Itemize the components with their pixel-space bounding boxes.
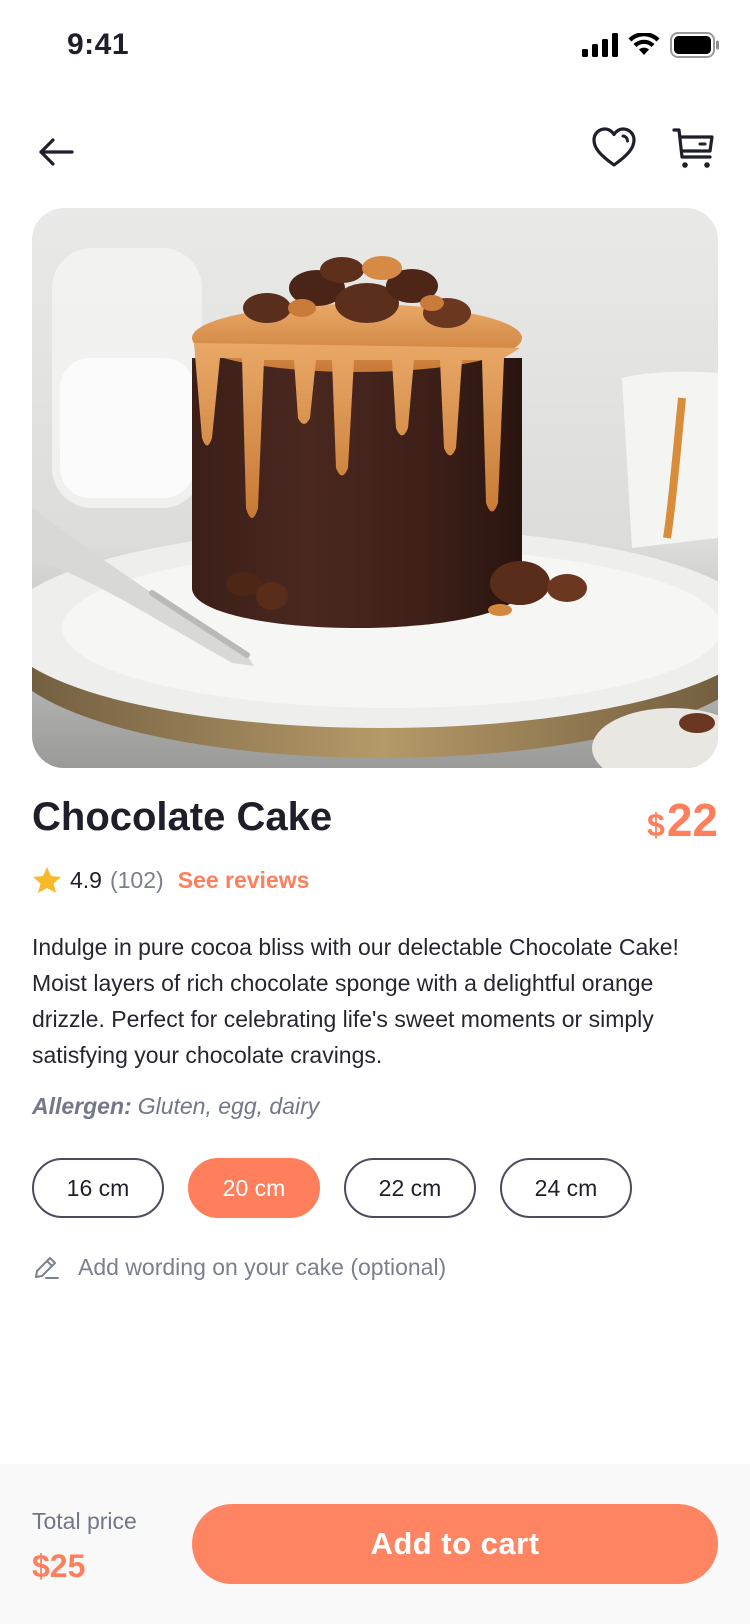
product-image <box>32 208 718 768</box>
top-navigation <box>0 110 750 190</box>
price-currency: $ <box>647 807 665 843</box>
allergen-label: Allergen: <box>32 1093 132 1119</box>
price-amount: 22 <box>666 794 718 846</box>
rating-score: 4.9 <box>70 866 102 893</box>
rating-row: 4.9 (102) See reviews <box>32 866 309 894</box>
pencil-icon <box>35 1257 59 1279</box>
cellular-signal-icon <box>582 33 618 57</box>
size-option-16cm[interactable]: 16 cm <box>32 1158 164 1218</box>
size-option-20cm[interactable]: 20 cm <box>188 1158 320 1218</box>
status-time: 9:41 <box>67 28 130 61</box>
wifi-icon <box>628 33 660 55</box>
favorite-button[interactable] <box>590 124 638 172</box>
cart-button[interactable] <box>670 124 718 172</box>
allergen-value: Gluten, egg, dairy <box>137 1093 320 1119</box>
add-to-cart-button[interactable]: Add to cart <box>192 1504 718 1584</box>
shopping-cart-icon <box>672 128 714 168</box>
total-price-label: Total price <box>32 1508 137 1534</box>
total-price-value: $25 <box>32 1548 86 1584</box>
chocolate-cake-photo <box>32 208 718 768</box>
cake-wording-placeholder: Add wording on your cake (optional) <box>78 1253 447 1280</box>
back-button[interactable] <box>34 130 78 174</box>
status-icons <box>582 32 720 58</box>
review-count: (102) <box>109 866 164 893</box>
cake-wording-field[interactable]: Add wording on your cake (optional) <box>32 1253 446 1281</box>
product-price: $ 22 <box>647 793 718 847</box>
battery-icon <box>670 32 719 58</box>
allergen-info: Allergen: Gluten, egg, dairy <box>32 1093 319 1120</box>
status-bar: 9:41 <box>0 0 750 96</box>
arrow-left-icon <box>39 138 74 166</box>
size-option-22cm[interactable]: 22 cm <box>344 1158 476 1218</box>
see-reviews-link[interactable]: See reviews <box>178 867 310 894</box>
size-option-24cm[interactable]: 24 cm <box>500 1158 632 1218</box>
size-selector: 16 cm 20 cm 22 cm 24 cm <box>32 1158 632 1218</box>
product-description: Indulge in pure cocoa bliss with our del… <box>32 934 679 1068</box>
star-icon <box>33 867 61 893</box>
heart-icon <box>592 127 636 167</box>
product-title: Chocolate Cake <box>32 795 333 839</box>
